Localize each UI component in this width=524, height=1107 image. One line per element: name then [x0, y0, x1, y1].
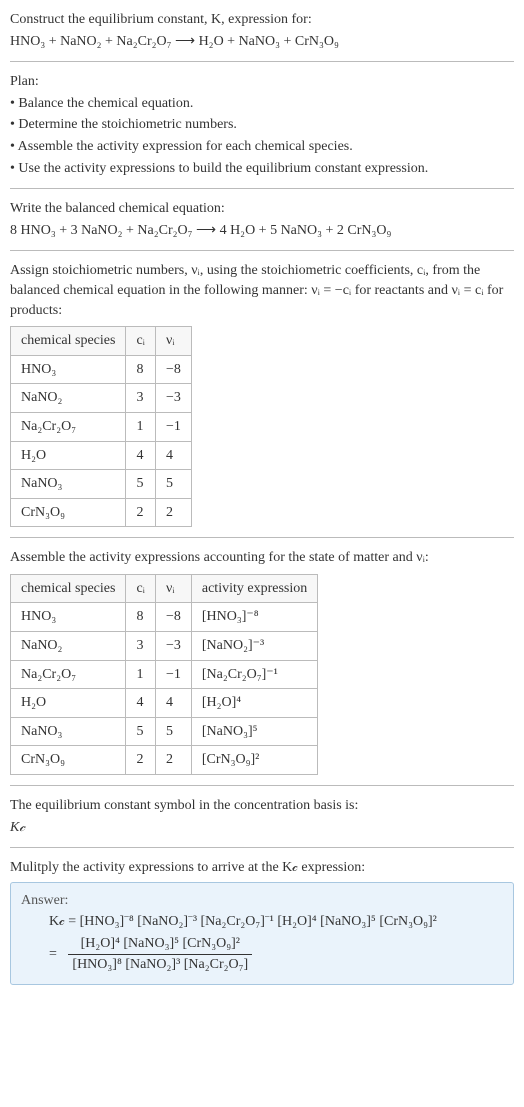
assign-text: Assign stoichiometric numbers, νᵢ, using…: [10, 261, 514, 320]
table-cell: HNO₃: [11, 603, 126, 632]
table-cell: 1: [126, 660, 156, 689]
table-cell: 5: [126, 717, 156, 746]
answer-eq: =: [49, 946, 57, 961]
table-header: cᵢ: [126, 574, 156, 603]
table-cell: NaNO₃: [11, 717, 126, 746]
table-cell: [H₂O]⁴: [191, 689, 317, 718]
divider: [10, 785, 514, 786]
table-cell: [CrN₃O₉]²: [191, 746, 317, 775]
table-cell: 2: [155, 498, 191, 527]
table-cell: 1: [126, 412, 156, 441]
balanced-heading: Write the balanced chemical equation:: [10, 199, 514, 219]
table-cell: 2: [126, 746, 156, 775]
answer-expression: K𝒸 = [HNO₃]⁻⁸ [NaNO₂]⁻³ [Na₂Cr₂O₇]⁻¹ [H₂…: [49, 912, 503, 932]
table-cell: 4: [126, 441, 156, 470]
balanced-equation: 8 HNO₃ + 3 NaNO₂ + Na₂Cr₂O₇ ⟶ 4 H₂O + 5 …: [10, 221, 514, 241]
table-cell: 5: [155, 717, 191, 746]
table-cell: 5: [155, 470, 191, 499]
table-header: chemical species: [11, 327, 126, 356]
table-header: activity expression: [191, 574, 317, 603]
activity-table: chemical species cᵢ νᵢ activity expressi…: [10, 574, 318, 775]
table-cell: 4: [155, 689, 191, 718]
answer-fraction: = [H₂O]⁴ [NaNO₃]⁵ [CrN₃O₉]² [HNO₃]⁸ [NaN…: [49, 934, 503, 974]
table-cell: 5: [126, 470, 156, 499]
plan-heading: Plan:: [10, 72, 514, 92]
symbol-line1: The equilibrium constant symbol in the c…: [10, 796, 514, 816]
intro-equation: HNO₃ + NaNO₂ + Na₂Cr₂O₇ ⟶ H₂O + NaNO₃ + …: [10, 32, 514, 52]
table-cell: −3: [155, 384, 191, 413]
table-cell: H₂O: [11, 689, 126, 718]
table-header: cᵢ: [126, 327, 156, 356]
divider: [10, 61, 514, 62]
plan-item: • Use the activity expressions to build …: [10, 159, 514, 179]
table-cell: −8: [155, 355, 191, 384]
table-cell: NaNO₂: [11, 384, 126, 413]
plan-item: • Assemble the activity expression for e…: [10, 137, 514, 157]
table-cell: H₂O: [11, 441, 126, 470]
table-cell: −1: [155, 412, 191, 441]
table-header: νᵢ: [155, 327, 191, 356]
divider: [10, 537, 514, 538]
table-cell: CrN₃O₉: [11, 498, 126, 527]
table-cell: HNO₃: [11, 355, 126, 384]
divider: [10, 847, 514, 848]
table-cell: 3: [126, 632, 156, 661]
table-cell: Na₂Cr₂O₇: [11, 660, 126, 689]
answer-denominator: [HNO₃]⁸ [NaNO₂]³ [Na₂Cr₂O₇]: [68, 955, 252, 975]
intro-line: Construct the equilibrium constant, K, e…: [10, 10, 514, 30]
plan-item: • Balance the chemical equation.: [10, 94, 514, 114]
table-cell: NaNO₂: [11, 632, 126, 661]
table-cell: [NaNO₂]⁻³: [191, 632, 317, 661]
divider: [10, 250, 514, 251]
answer-numerator: [H₂O]⁴ [NaNO₃]⁵ [CrN₃O₉]²: [68, 934, 252, 955]
table-cell: CrN₃O₉: [11, 746, 126, 775]
table-header: νᵢ: [155, 574, 191, 603]
plan-item: • Determine the stoichiometric numbers.: [10, 115, 514, 135]
table-cell: 2: [155, 746, 191, 775]
table-cell: 8: [126, 603, 156, 632]
table-cell: NaNO₃: [11, 470, 126, 499]
answer-label: Answer:: [21, 891, 503, 911]
table-cell: −3: [155, 632, 191, 661]
assemble-text: Assemble the activity expressions accoun…: [10, 548, 514, 568]
table-cell: −8: [155, 603, 191, 632]
multiply-text: Mulitply the activity expressions to arr…: [10, 858, 514, 878]
table-cell: −1: [155, 660, 191, 689]
table-cell: [NaNO₃]⁵: [191, 717, 317, 746]
table-cell: 4: [155, 441, 191, 470]
table-cell: 2: [126, 498, 156, 527]
stoich-table: chemical species cᵢ νᵢ HNO₃8−8 NaNO₂3−3 …: [10, 326, 192, 527]
table-cell: 3: [126, 384, 156, 413]
table-cell: [HNO₃]⁻⁸: [191, 603, 317, 632]
table-cell: [Na₂Cr₂O₇]⁻¹: [191, 660, 317, 689]
answer-box: Answer: K𝒸 = [HNO₃]⁻⁸ [NaNO₂]⁻³ [Na₂Cr₂O…: [10, 882, 514, 985]
table-cell: Na₂Cr₂O₇: [11, 412, 126, 441]
divider: [10, 188, 514, 189]
table-cell: 8: [126, 355, 156, 384]
table-cell: 4: [126, 689, 156, 718]
table-header: chemical species: [11, 574, 126, 603]
symbol-kc: K𝒸: [10, 818, 514, 838]
